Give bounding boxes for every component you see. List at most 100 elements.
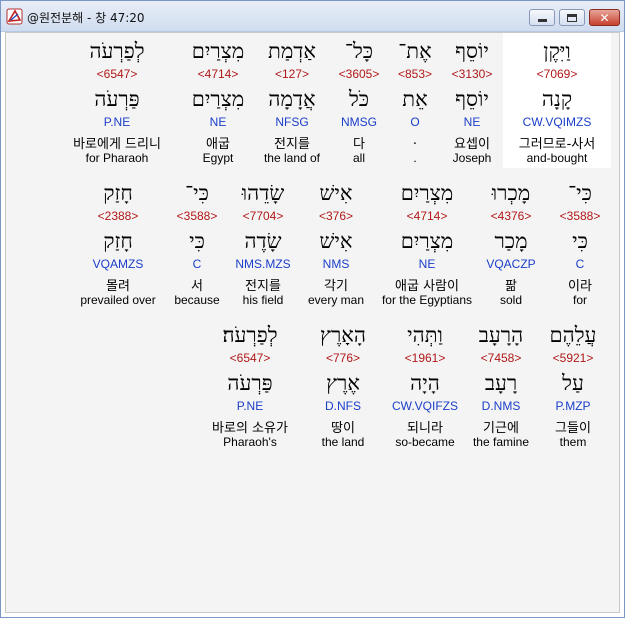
hebrew-word: הָרָעָב	[478, 323, 524, 347]
window-title: @원전분해 - 창 47:20	[27, 11, 145, 25]
lemma-word: פַּרְעֹה	[227, 371, 273, 395]
hebrew-word: יוֹסֵף	[455, 39, 489, 63]
maximize-icon	[567, 13, 577, 22]
word-cell[interactable]: מִצְרַיִם <4714> מִצְרַיִם NE 애굽 Egypt	[179, 33, 257, 168]
hebrew-word: וַיִּקֶן	[543, 39, 571, 63]
korean-gloss: 몰려	[106, 279, 130, 294]
word-cell[interactable]: כָּל־ <3605> כֹּל NMSG 다 all	[330, 33, 388, 168]
strong-number: <127>	[274, 67, 310, 81]
word-cell[interactable]: חָזַק <2388> חָזַק VQAMZS 몰려 prevailed over	[76, 175, 160, 310]
english-gloss: the land of	[263, 151, 321, 165]
strong-number: <3588>	[559, 209, 601, 223]
strong-number: <3605>	[338, 67, 380, 81]
strong-number: <7704>	[242, 209, 284, 223]
korean-gloss: 전지를	[245, 279, 281, 294]
english-gloss: .	[413, 151, 417, 165]
word-cell[interactable]: הָאָרֶץ <776> אֶרֶץ D.NFS 땅이 the land	[310, 317, 376, 452]
morphology-code: P.NE	[236, 399, 264, 413]
strong-number: <4714>	[406, 209, 448, 223]
lemma-word: אִישׁ	[319, 229, 353, 253]
english-gloss: the land	[321, 435, 365, 449]
lemma-word: אֲדָמָה	[268, 87, 316, 111]
hebrew-word: אֶת־	[398, 39, 432, 63]
lemma-word: קָנָה	[541, 87, 573, 111]
word-cell[interactable]: יוֹסֵף <3130> יוֹסֵף NE 요셉이 Joseph	[446, 33, 498, 168]
minimize-icon	[537, 19, 547, 22]
maximize-button[interactable]	[559, 9, 585, 26]
strong-number: <4714>	[197, 67, 239, 81]
word-cell[interactable]: מִצְרַיִם <4714> מִצְרַיִם NE 애굽 사람이 for the …	[377, 175, 477, 310]
english-gloss: sold	[499, 293, 522, 307]
word-cell[interactable]: וַיִּקֶן <7069> קָנָה CW.VQIMZS 그러므로-사서 and-b…	[503, 33, 611, 168]
english-gloss: them	[559, 435, 587, 449]
morphology-code: NE	[463, 115, 481, 129]
parsing-panel: וַיִּקֶן <7069> קָנָה CW.VQIMZS 그러므로-사서 and-b…	[5, 32, 620, 613]
word-cell[interactable]: כִּי־ <3588> כִּי C 이라 for	[557, 175, 603, 310]
english-gloss: prevailed over	[80, 293, 156, 307]
strong-number: <376>	[318, 209, 354, 223]
lemma-word: כֹּל	[348, 87, 370, 111]
english-gloss: because	[174, 293, 220, 307]
strong-number: <4376>	[490, 209, 532, 223]
close-button[interactable]: ✕	[589, 9, 620, 26]
english-gloss: Egypt	[202, 151, 234, 165]
morphology-code: NMS	[322, 257, 350, 271]
lemma-word: יוֹסֵף	[455, 87, 489, 111]
hebrew-word: לְפַרְעֹה	[89, 39, 145, 63]
korean-gloss: 그러므로-사서	[518, 137, 596, 152]
title-bar[interactable]: @원전분해 - 창 47:20 ✕	[1, 1, 624, 32]
hebrew-word: וַתְּהִי	[407, 323, 443, 347]
word-cell[interactable]: כִּי־ <3588> כִּי C 서 because	[169, 175, 225, 310]
word-cell[interactable]: אֶת־ <853> אֵת O..	[389, 33, 441, 168]
korean-gloss: 서	[191, 279, 203, 294]
korean-gloss: 되니라	[407, 421, 443, 436]
hebrew-word: עֲלֵהֶם	[549, 323, 597, 347]
word-cell[interactable]: שָׂדֵהוּ <7704> שָׂדֶה NMS.MZS 전지를 his field	[227, 175, 299, 310]
lemma-word: כִּי	[572, 229, 588, 253]
strong-number: <7069>	[536, 67, 578, 81]
morphology-code: D.NMS	[481, 399, 521, 413]
korean-gloss: 이라	[568, 279, 592, 294]
korean-gloss: 각기	[324, 279, 348, 294]
word-cell[interactable]: עֲלֵהֶם <5921> עַל P.MZP 그들이 them	[544, 317, 602, 452]
english-gloss: the famine	[472, 435, 530, 449]
hebrew-word: לְפַרְעֹה׃	[222, 323, 278, 347]
korean-gloss: 땅이	[331, 421, 355, 436]
hebrew-word: מִצְרַיִם	[191, 39, 245, 63]
morphology-code: C	[575, 257, 585, 271]
strong-number: <5921>	[552, 351, 594, 365]
minimize-button[interactable]	[529, 9, 555, 26]
korean-gloss: 팖	[505, 279, 517, 294]
morphology-code: NFSG	[275, 115, 309, 129]
lemma-word: שָׂדֶה	[244, 229, 282, 253]
word-cell[interactable]: מָכְרוּ <4376> מָכַר VQACZP 팖 sold	[476, 175, 546, 310]
word-cell[interactable]: אַדְמַת <127> אֲדָמָה NFSG 전지를 the land of	[259, 33, 325, 168]
word-cell[interactable]: וַתְּהִי <1961> הָיָה CW.VQIFZS 되니라 so-became	[385, 317, 465, 452]
korean-gloss: 전지를	[274, 137, 310, 152]
english-gloss: and-bought	[526, 151, 588, 165]
morphology-code: NE	[209, 115, 227, 129]
hebrew-word: חָזַק	[103, 181, 133, 205]
lemma-word: מִצְרַיִם	[191, 87, 245, 111]
hebrew-word: כִּי־	[568, 181, 592, 205]
word-cell[interactable]: לְפַרְעֹה <6547> פַּרְעֹה P.NE 바로에게 드리니 for P…	[57, 33, 177, 168]
hebrew-word: כִּי־	[185, 181, 209, 205]
strong-number: <7458>	[480, 351, 522, 365]
word-cell[interactable]: אִישׁ <376> אִישׁ NMS 각기 every man	[305, 175, 367, 310]
english-gloss: his field	[242, 293, 284, 307]
morphology-code: CW.VQIMZS	[522, 115, 592, 129]
strong-number: <2388>	[97, 209, 139, 223]
korean-gloss: 요셉이	[454, 137, 490, 152]
strong-number: <1961>	[404, 351, 446, 365]
word-cell[interactable]: הָרָעָב <7458> רָעָב D.NMS 기근에 the famine	[462, 317, 540, 452]
morphology-code: NMSG	[341, 115, 377, 129]
english-gloss: Joseph	[452, 151, 492, 165]
english-gloss: for Pharaoh	[85, 151, 149, 165]
morphology-code: D.NFS	[325, 399, 361, 413]
lemma-word: אֵת	[402, 87, 428, 111]
hebrew-word: אַדְמַת	[268, 39, 316, 63]
korean-gloss: 애굽 사람이	[395, 279, 459, 294]
hebrew-word: מָכְרוּ	[491, 181, 531, 205]
verse-row: עֲלֵהֶם <5921> עַל P.MZP 그들이 them הָרָעָב <7458…	[6, 317, 621, 459]
word-cell[interactable]: לְפַרְעֹה׃ <6547> פַּרְעֹה P.NE 바로의 소유가 Phara…	[202, 317, 298, 452]
